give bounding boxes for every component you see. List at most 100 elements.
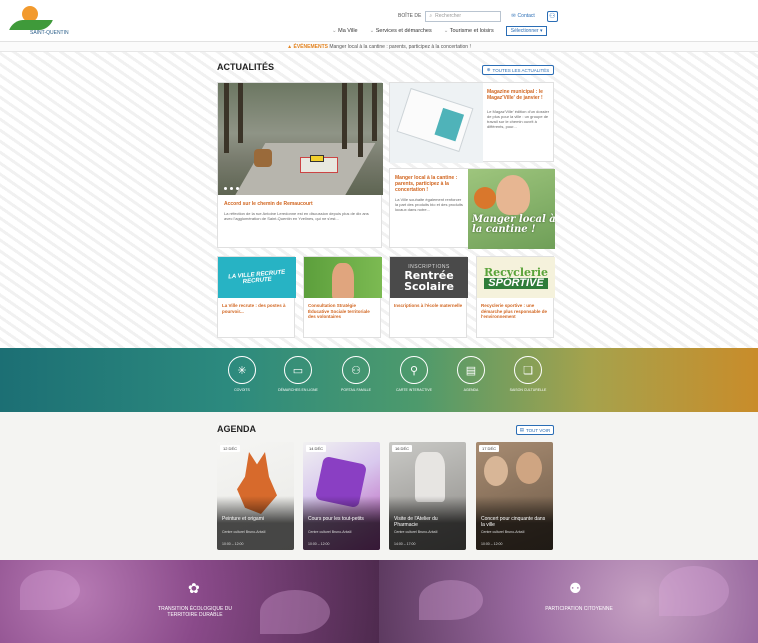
news-card-desc: Le Magaz'Ville' édition d'un dossier de … bbox=[487, 109, 550, 129]
rentree-image-text-2: Rentrée Scolaire bbox=[404, 268, 454, 293]
featured-news-image bbox=[218, 83, 383, 195]
agenda-event-card[interactable]: 17 DÉC Concert pour cinquante dans la vi… bbox=[476, 442, 553, 550]
event-title: Concert pour cinquante dans la ville bbox=[481, 516, 546, 528]
news-card-rentree[interactable]: INSCRIPTIONS Rentrée Scolaire Inscriptio… bbox=[389, 256, 468, 338]
agenda-event-card[interactable]: 14 DÉC Cours pour les tout-petits Centre… bbox=[303, 442, 380, 550]
family-icon: ⚇ bbox=[351, 364, 361, 377]
quick-access-label: CARTE INTERACTIVE bbox=[396, 388, 432, 392]
event-date: 17 DÉC bbox=[479, 445, 500, 452]
all-news-button[interactable]: ⊕ TOUTES LES ACTUALITÉS bbox=[482, 65, 554, 75]
profile-select[interactable]: Sélectionner ▾ bbox=[505, 26, 548, 36]
news-card-title: Manger local à la cantine : parents, par… bbox=[395, 175, 458, 193]
nav-item-ma-ville[interactable]: Ma Ville bbox=[332, 28, 357, 34]
sparkle-icon: ✳ bbox=[237, 364, 247, 377]
featured-news-title: Accord sur le chemin de Remaucourt bbox=[224, 201, 313, 207]
agenda-event-card[interactable]: 16 DÉC Visite de l'Atelier du Pharmacie … bbox=[389, 442, 466, 550]
news-card-title: La Ville recrute : des postes à pourvoir… bbox=[222, 303, 286, 314]
quick-access-band: ✳ COVOITS ▭ DÉMARCHES EN LIGNE ⚇ PORTAIL… bbox=[0, 348, 758, 412]
event-date: 16 DÉC bbox=[392, 445, 413, 452]
event-hours: 10:00 – 12:00 bbox=[481, 542, 503, 546]
search-placeholder: Rechercher bbox=[435, 13, 462, 19]
site-header: SAINT-QUENTIN BOÎTE DE ⌕ Rechercher ✉ Co… bbox=[0, 0, 758, 42]
quick-access-carte[interactable]: ⚲ CARTE INTERACTIVE bbox=[394, 356, 434, 392]
calendar-small-icon: ▤ bbox=[519, 427, 524, 432]
news-card-consultation[interactable]: Consultation Stratégie Éducative Sociale… bbox=[303, 256, 382, 338]
alert-bar[interactable]: ▲ ÉVÉNEMENTS Manger local à la cantine :… bbox=[0, 42, 758, 52]
news-card-recrute[interactable]: LA VILLE RECRUTE RECRUTE La Ville recrut… bbox=[217, 256, 296, 338]
news-title: ACTUALITÉS bbox=[211, 60, 274, 72]
event-hours: 10:00 – 12:00 bbox=[308, 542, 330, 546]
news-card-title: Inscriptions à l'école maternelle bbox=[394, 303, 463, 308]
quick-access-covoits[interactable]: ✳ COVOITS bbox=[222, 356, 262, 392]
contact-label: Contact bbox=[517, 13, 535, 19]
access-label[interactable]: BOÎTE DE bbox=[398, 13, 421, 19]
logo-leaf-icon bbox=[9, 20, 53, 30]
event-date: 12 DÉC bbox=[220, 445, 241, 452]
all-agenda-button[interactable]: ▤ TOUT VOIR bbox=[516, 425, 554, 435]
news-card-cantine[interactable]: Manger local à la cantine : parents, par… bbox=[389, 168, 555, 249]
mail-icon: ✉ bbox=[511, 13, 516, 19]
event-location: Centre culturel Bruno-Arbaïl bbox=[481, 530, 525, 534]
transition-ecologique-tile[interactable]: ✿ TRANSITION ÉCOLOGIQUE DU TERRITOIRE DU… bbox=[0, 560, 379, 643]
event-hours: 10:00 – 12:00 bbox=[222, 542, 244, 546]
agenda-event-card[interactable]: 12 DÉC Peinture et origami Centre cultur… bbox=[217, 442, 294, 550]
event-date: 14 DÉC bbox=[306, 445, 327, 452]
calendar-icon: ▤ bbox=[465, 364, 477, 377]
recyclerie-image-text-2: SPORTIVE bbox=[484, 277, 548, 289]
featured-news-desc: La réfection de la rue Antoine Leredonne… bbox=[224, 211, 369, 221]
news-card-desc: La Ville souhaite également renforcer la… bbox=[395, 197, 463, 212]
contact-link[interactable]: ✉ Contact bbox=[511, 13, 534, 19]
news-card-title: Recyclerie sportive : une démarche plus … bbox=[481, 303, 548, 319]
quick-access-label: DÉMARCHES EN LIGNE bbox=[278, 388, 318, 392]
recrute-image-text: LA VILLE RECRUTE RECRUTE bbox=[228, 269, 286, 285]
news-card-title: Consultation Stratégie Éducative Sociale… bbox=[308, 303, 370, 319]
culture-icon: ❏ bbox=[523, 364, 533, 377]
profile-select-label: Sélectionner bbox=[510, 28, 539, 34]
news-card-title: Magazine municipal : le Magaz'Ville' de … bbox=[487, 89, 543, 101]
event-title: Peinture et origami bbox=[222, 516, 264, 522]
event-hours: 14:00 – 17:00 bbox=[394, 542, 416, 546]
quick-access-famille[interactable]: ⚇ PORTAIL FAMILLE bbox=[336, 356, 376, 392]
main-nav: Ma Ville Services et démarches Tourisme … bbox=[332, 26, 548, 36]
nav-item-services[interactable]: Services et démarches bbox=[370, 28, 432, 34]
quick-access-demarches[interactable]: ▭ DÉMARCHES EN LIGNE bbox=[278, 356, 318, 392]
cantine-slogan: Manger local à la cantine ! bbox=[472, 214, 555, 235]
featured-news-card[interactable]: Accord sur le chemin de Remaucourt La ré… bbox=[217, 82, 383, 248]
citizens-icon: ⚉ bbox=[569, 580, 582, 596]
quick-access-label: SAISON CULTURELLE bbox=[509, 388, 547, 392]
search-icon: ⌕ bbox=[429, 13, 433, 19]
map-pin-icon: ⚲ bbox=[409, 364, 419, 377]
search-input[interactable]: ⌕ Rechercher bbox=[425, 10, 502, 22]
city-logo[interactable]: SAINT-QUENTIN bbox=[8, 6, 74, 38]
plant-hand-icon: ✿ bbox=[188, 580, 200, 596]
tile-label: TRANSITION ÉCOLOGIQUE DU TERRITOIRE DURA… bbox=[158, 606, 232, 618]
all-news-label: TOUTES LES ACTUALITÉS bbox=[492, 67, 550, 73]
quick-access-culture[interactable]: ❏ SAISON CULTURELLE bbox=[508, 356, 548, 392]
nav-item-tourisme[interactable]: Tourisme et loisirs bbox=[444, 28, 494, 34]
agenda-title: AGENDA bbox=[210, 422, 257, 434]
quick-access-agenda[interactable]: ▤ AGENDA bbox=[451, 356, 491, 392]
bottom-tiles: ✿ TRANSITION ÉCOLOGIQUE DU TERRITOIRE DU… bbox=[0, 560, 758, 643]
magazine-image bbox=[390, 83, 483, 163]
tile-label: PARTICIPATION CITOYENNE bbox=[545, 606, 613, 612]
quick-access-label: AGENDA bbox=[463, 388, 479, 392]
event-title: Cours pour les tout-petits bbox=[308, 516, 364, 522]
laptop-icon: ▭ bbox=[292, 364, 304, 377]
alert-text: Manger local à la cantine : parents, par… bbox=[329, 44, 471, 50]
user-account-button[interactable]: ⚇ bbox=[546, 10, 558, 22]
all-agenda-label: TOUT VOIR bbox=[525, 427, 551, 433]
event-location: Centre culturel Bruno-Arbaïl bbox=[308, 530, 352, 534]
quick-access-label: COVOITS bbox=[234, 388, 250, 392]
user-icon: ⚇ bbox=[549, 13, 556, 20]
logo-tagline: SAINT-QUENTIN bbox=[30, 30, 69, 36]
participation-citoyenne-tile[interactable]: ⚉ PARTICIPATION CITOYENNE bbox=[379, 560, 758, 643]
warning-icon: ▲ bbox=[287, 44, 293, 50]
plus-icon: ⊕ bbox=[486, 67, 491, 72]
recyclerie-image-text-1: Recyclerie bbox=[483, 265, 549, 279]
alert-tag: ÉVÉNEMENTS bbox=[293, 44, 328, 50]
news-card-recyclerie[interactable]: Recyclerie SPORTIVE Recyclerie sportive … bbox=[476, 256, 555, 338]
news-card-magazine[interactable]: Magazine municipal : le Magaz'Ville' de … bbox=[389, 82, 554, 163]
event-location: Centre culturel Bruno-Arbaïl bbox=[222, 530, 266, 534]
quick-access-label: PORTAIL FAMILLE bbox=[341, 388, 371, 392]
carousel-dots[interactable] bbox=[224, 187, 239, 190]
